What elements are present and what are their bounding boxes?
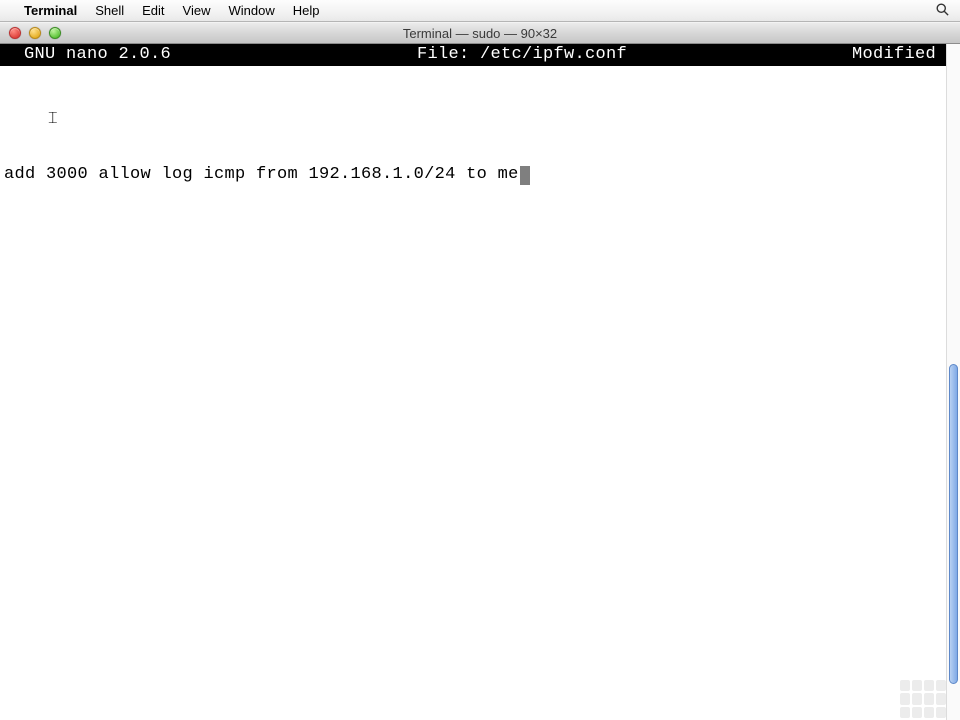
nano-file-path: /etc/ipfw.conf	[480, 45, 627, 64]
nano-modified-status: Modified	[852, 44, 936, 66]
vertical-scrollbar[interactable]	[946, 44, 960, 720]
scrollbar-thumb[interactable]	[949, 364, 958, 684]
mouse-ibeam-cursor-icon: ⌶	[48, 108, 58, 130]
menu-shell[interactable]: Shell	[95, 3, 124, 18]
editor-line-1[interactable]: add 3000 allow log icmp from 192.168.1.0…	[0, 164, 960, 186]
terminal-viewport[interactable]: GNU nano 2.0.6 File: /etc/ipfw.conf Modi…	[0, 44, 960, 720]
nano-editor-body[interactable]: add 3000 allow log icmp from 192.168.1.0…	[0, 66, 960, 676]
menu-help[interactable]: Help	[293, 3, 320, 18]
keypad-icon	[900, 680, 946, 718]
nano-header-bar: GNU nano 2.0.6 File: /etc/ipfw.conf Modi…	[0, 44, 960, 66]
terminal-window: GNU nano 2.0.6 File: /etc/ipfw.conf Modi…	[0, 44, 960, 720]
spotlight-search-icon[interactable]	[935, 2, 950, 20]
nano-help-footer: ^GGet Help ^OWriteOut ^RRead File ^YPrev…	[0, 676, 960, 720]
editor-line-1-text: add 3000 allow log icmp from 192.168.1.0…	[4, 164, 519, 186]
menu-window[interactable]: Window	[229, 3, 275, 18]
text-cursor-block	[520, 166, 530, 185]
menu-view[interactable]: View	[183, 3, 211, 18]
menu-edit[interactable]: Edit	[142, 3, 164, 18]
menubar-app-name[interactable]: Terminal	[24, 3, 77, 18]
nano-file-prefix: File:	[417, 45, 480, 64]
mac-menubar: Terminal Shell Edit View Window Help	[0, 0, 960, 22]
